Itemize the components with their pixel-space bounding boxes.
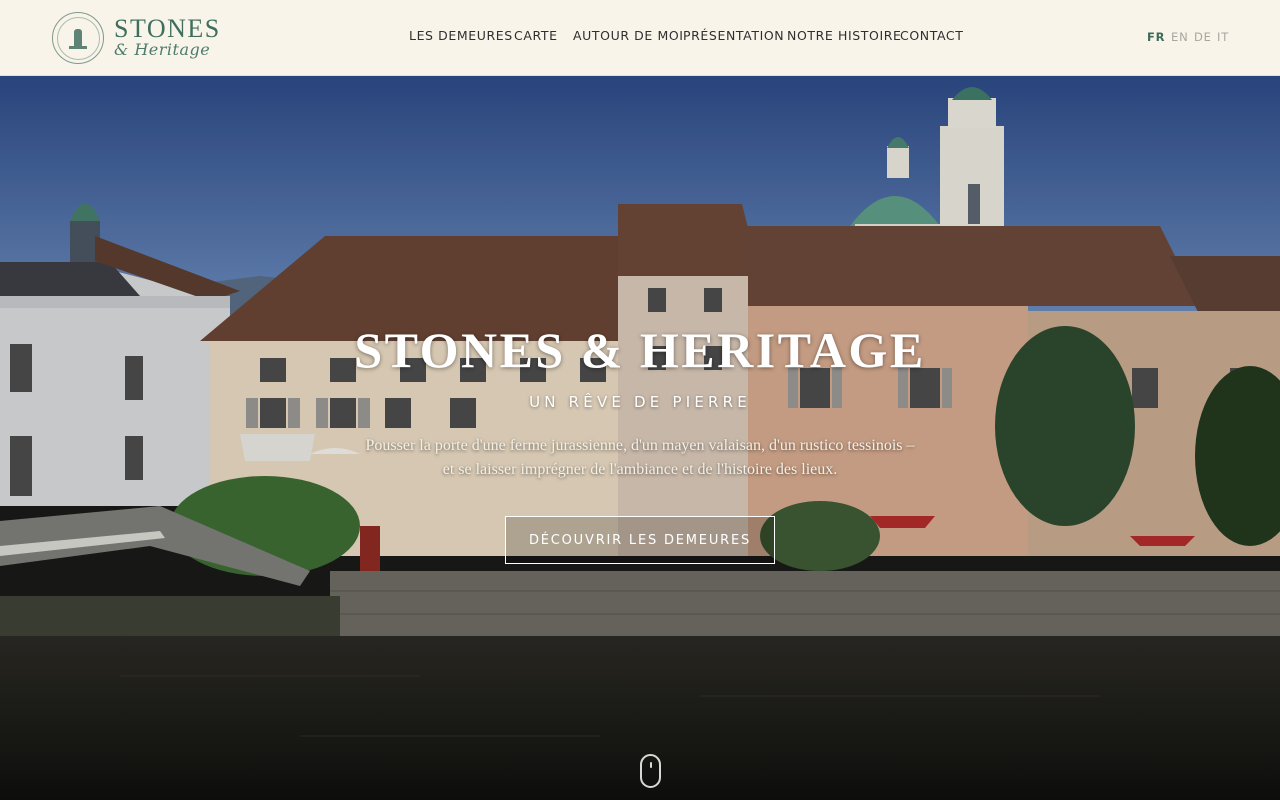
- language-en[interactable]: EN: [1171, 30, 1188, 44]
- nav-item-notre-histoire[interactable]: NOTRE HISTOIRE: [787, 28, 902, 43]
- hero-description: Pousser la porte d'une ferme jurassienne…: [365, 437, 915, 478]
- hero-section: STONES & HERITAGE UN RÊVE DE PIERRE Pous…: [0, 76, 1280, 800]
- site-header: STONES & Heritage LES DEMEURES CARTE AUT…: [0, 0, 1280, 76]
- hero-title: STONES & HERITAGE: [354, 322, 926, 378]
- nav-item-presentation[interactable]: PRÉSENTATION: [683, 28, 784, 43]
- nav-item-autour-de-moi[interactable]: AUTOUR DE MOI: [573, 28, 684, 43]
- main-nav: LES DEMEURES CARTE AUTOUR DE MOI PRÉSENT…: [0, 0, 1280, 76]
- nav-item-carte[interactable]: CARTE: [514, 28, 558, 43]
- language-de[interactable]: DE: [1194, 30, 1212, 44]
- discover-homes-button[interactable]: DÉCOUVRIR LES DEMEURES: [505, 516, 775, 564]
- language-it[interactable]: IT: [1217, 30, 1229, 44]
- hero-subtitle: UN RÊVE DE PIERRE: [529, 393, 751, 411]
- nav-item-les-demeures[interactable]: LES DEMEURES: [409, 28, 513, 43]
- mouse-scroll-icon[interactable]: [640, 754, 661, 788]
- language-fr[interactable]: FR: [1147, 30, 1165, 44]
- nav-item-contact[interactable]: CONTACT: [900, 28, 963, 43]
